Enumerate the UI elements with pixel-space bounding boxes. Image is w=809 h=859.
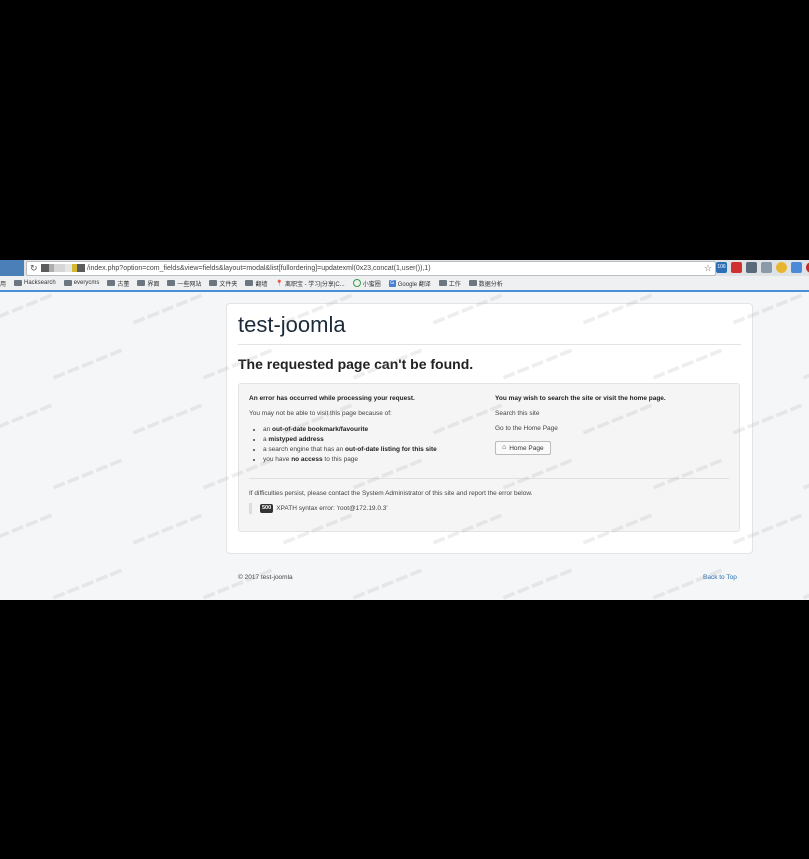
google-icon: G — [388, 279, 396, 287]
bookmark-label: 数据分析 — [478, 281, 503, 288]
bookmark-item[interactable]: everycms — [63, 280, 100, 286]
browser-screen: ↻ /index.php?option=com_fields&view=fiel… — [0, 260, 809, 600]
list-item: an out-of-date bookmark/favourite — [263, 425, 479, 435]
bookmark-item[interactable]: 一些网站 — [167, 279, 201, 288]
goto-home-text: Go to the Home Page — [495, 425, 558, 432]
bookmark-item[interactable]: 界面 — [137, 279, 159, 288]
bookmark-item[interactable]: Hacksearch — [14, 280, 56, 286]
home-page-button-label: Home Page — [509, 444, 544, 452]
search-site-text: Search this site — [495, 410, 540, 417]
divider — [249, 478, 729, 479]
watermark-mark: ▬ ▬ ▬ ▬ ▬ — [500, 561, 574, 600]
bookmark-item[interactable]: 翻墙 — [245, 279, 267, 288]
circle-icon — [352, 279, 361, 287]
folder-icon — [137, 280, 146, 286]
bookmark-item[interactable]: 用 — [0, 279, 6, 288]
extension-gray-icon[interactable] — [761, 262, 772, 273]
folder-icon — [209, 280, 218, 286]
folder-icon — [468, 280, 477, 286]
extension-smiley-icon[interactable] — [776, 262, 787, 273]
folder-icon — [14, 280, 23, 286]
site-title[interactable]: test-joomla — [238, 312, 346, 338]
pin-icon: 📍 — [275, 280, 283, 287]
bookmark-item[interactable]: 数据分析 — [468, 279, 503, 288]
watermark-mark: ▬ ▬ ▬ ▬ ▬ — [0, 506, 54, 547]
bookmark-star-icon[interactable]: ☆ — [704, 262, 712, 275]
bookmark-label: 工作 — [448, 281, 461, 288]
bookmark-item[interactable]: G Google 翻译 — [388, 279, 431, 288]
error-reasons-column: An error has occurred while processing y… — [249, 395, 479, 465]
bookmark-label: 界面 — [147, 281, 160, 288]
watermark-mark: ▬ ▬ ▬ ▬ ▬ — [800, 452, 809, 493]
bookmark-label: 小蜜圈 — [362, 281, 381, 288]
list-item: you have no access to this page — [263, 455, 479, 465]
watermark-mark: ▬ ▬ ▬ ▬ ▬ — [800, 562, 809, 600]
bookmark-label: Google 翻译 — [397, 281, 431, 288]
extension-puzzle-icon[interactable] — [746, 262, 757, 273]
reload-icon[interactable]: ↻ — [30, 262, 38, 275]
error-detail: 500 XPATH syntax error: 'root@172.19.0.3… — [249, 503, 388, 514]
divider — [238, 344, 741, 345]
footer-copyright: © 2017 test-joomla — [238, 574, 293, 581]
address-bar-row: ↻ /index.php?option=com_fields&view=fiel… — [0, 260, 809, 277]
persist-message: If difficulties persist, please contact … — [249, 490, 533, 497]
extension-icons: 106 — [716, 262, 809, 274]
status-badge: 500 — [260, 504, 274, 513]
error-message: XPATH syntax error: 'root@172.19.0.3' — [276, 505, 388, 512]
address-bar[interactable]: ↻ /index.php?option=com_fields&view=fiel… — [26, 261, 716, 276]
watermark-mark: ▬ ▬ ▬ ▬ ▬ — [0, 396, 54, 437]
watermark-mark: ▬ ▬ ▬ ▬ ▬ — [50, 341, 124, 383]
tab-strip-fragment[interactable] — [0, 260, 24, 276]
home-icon: ⌂ — [502, 444, 507, 451]
error-well: An error has occurred while processing y… — [238, 383, 740, 532]
reasons-list: an out-of-date bookmark/favourite a mist… — [249, 425, 479, 465]
folder-icon — [107, 280, 116, 286]
watermark-mark: ▬ ▬ ▬ ▬ ▬ — [0, 286, 54, 327]
bookmark-item[interactable]: 工作 — [438, 279, 461, 288]
bookmark-label: everycms — [73, 280, 100, 286]
bookmark-label: 离职宝 - 学习|分享|C... — [284, 281, 345, 288]
bookmark-item[interactable]: 文件夹 — [209, 279, 237, 288]
error-page-card: test-joomla The requested page can't be … — [226, 303, 753, 554]
back-to-top-link[interactable]: Back to Top — [703, 574, 737, 581]
bookmarks-bar: 用 Hacksearch everycms 古董 界面 一些网站 文件夹 翻墙 📍 离职宝 - 学… — [0, 276, 809, 292]
folder-icon — [245, 280, 254, 286]
error-heading: The requested page can't be found. — [238, 356, 474, 372]
bookmark-item[interactable]: 📍 离职宝 - 学习|分享|C... — [275, 279, 344, 288]
navigation-column: You may wish to search the site or visit… — [495, 395, 730, 455]
home-page-button[interactable]: ⌂ Home Page — [495, 441, 551, 455]
bookmark-item[interactable]: 古董 — [107, 279, 129, 288]
redacted-host — [41, 264, 85, 272]
list-item: a mistyped address — [263, 435, 479, 445]
bookmark-label: Hacksearch — [24, 280, 56, 286]
bookmark-label: 翻墙 — [255, 281, 268, 288]
folder-icon — [63, 280, 72, 286]
bookmark-label: 古董 — [117, 281, 130, 288]
bookmark-label: 文件夹 — [219, 281, 238, 288]
extension-badge-icon[interactable]: 106 — [716, 262, 727, 273]
folder-icon — [167, 280, 176, 286]
watermark-mark: ▬ ▬ ▬ ▬ ▬ — [50, 561, 124, 600]
extension-blue-icon[interactable] — [791, 262, 802, 273]
watermark-mark: ▬ ▬ ▬ ▬ ▬ — [50, 451, 124, 493]
left-intro: You may not be able to visit this page b… — [249, 410, 392, 417]
watermark-mark: ▬ ▬ ▬ ▬ ▬ — [350, 561, 424, 600]
url-text[interactable]: /index.php?option=com_fields&view=fields… — [87, 262, 431, 275]
bookmark-item[interactable]: 小蜜圈 — [352, 279, 381, 288]
extension-red-icon[interactable] — [731, 262, 742, 273]
watermark-mark: ▬ ▬ ▬ ▬ ▬ — [800, 342, 809, 383]
folder-icon — [438, 280, 447, 286]
bookmark-label: 一些网站 — [177, 281, 202, 288]
watermark-mark: ▬ ▬ ▬ ▬ ▬ — [130, 396, 204, 438]
watermark-mark: ▬ ▬ ▬ ▬ ▬ — [130, 506, 204, 548]
watermark-mark: ▬ ▬ ▬ ▬ ▬ — [130, 286, 204, 328]
right-heading: You may wish to search the site or visit… — [495, 395, 666, 402]
bookmark-label: 用 — [0, 281, 7, 288]
left-heading: An error has occurred while processing y… — [249, 395, 415, 402]
list-item: a search engine that has an out-of-date … — [263, 445, 479, 455]
